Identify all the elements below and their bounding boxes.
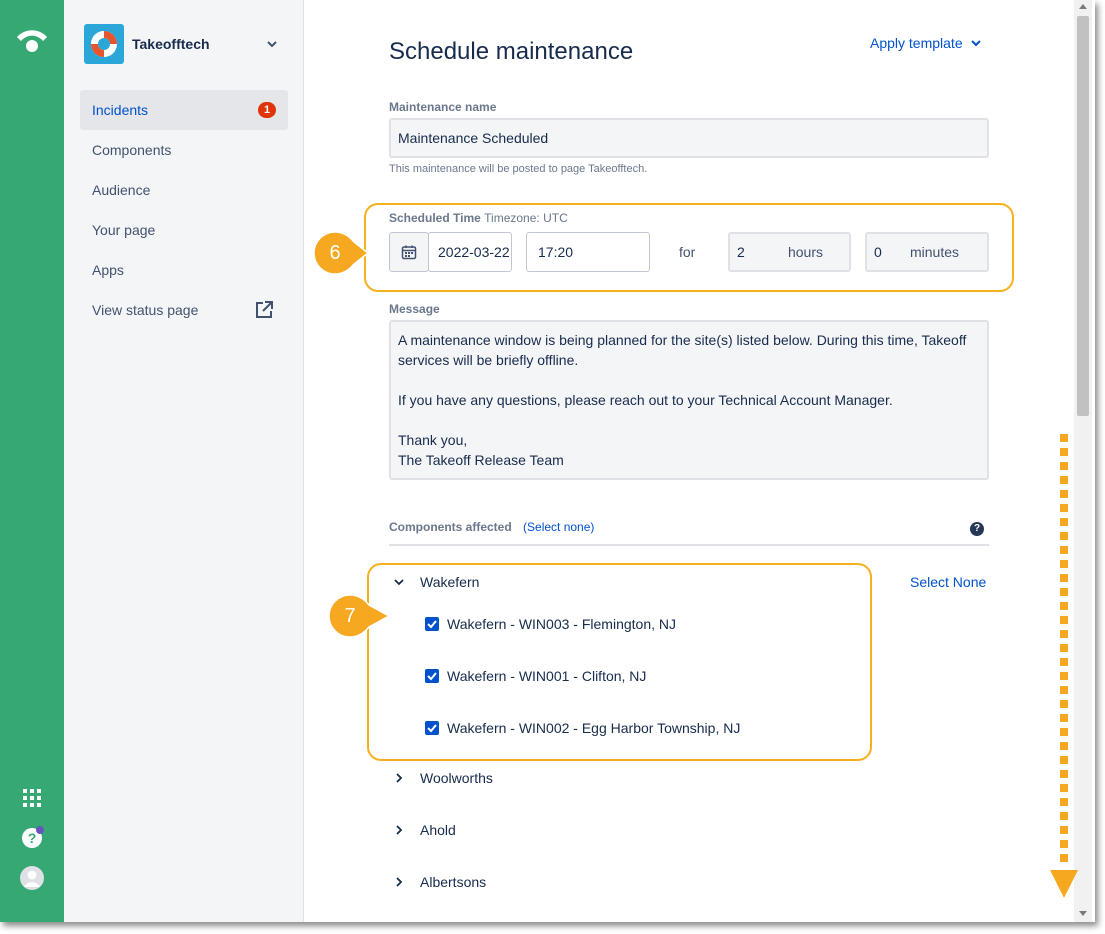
maintenance-name-input[interactable]: Maintenance Scheduled	[389, 118, 989, 158]
sidebar-item-label: Your page	[92, 222, 156, 238]
chevron-down-icon[interactable]	[266, 38, 278, 50]
external-link-icon[interactable]	[254, 300, 274, 320]
sidebar-nav: Incidents 1 Components Audience Your pag…	[80, 90, 288, 330]
group-toggle-ahold[interactable]: Ahold	[394, 822, 456, 838]
sidebar-item-view-status-page[interactable]: View status page	[80, 290, 288, 330]
app-window: ? Takeofftech Incidents 1 Components Aud…	[0, 0, 1095, 922]
org-logo	[84, 24, 124, 64]
maintenance-help-text: This maintenance will be posted to page …	[389, 163, 648, 175]
help-icon[interactable]: ?	[20, 826, 44, 850]
message-line: The Takeoff Release Team	[398, 452, 564, 468]
sidebar-item-apps[interactable]: Apps	[80, 250, 288, 290]
message-line: A maintenance window is being planned fo…	[398, 332, 967, 368]
sidebar-item-label: Apps	[92, 262, 124, 278]
org-name: Takeofftech	[132, 36, 210, 52]
chevron-right-icon	[396, 773, 403, 783]
annotation-step-badge: 7	[327, 593, 391, 639]
message-line: Thank you,	[398, 432, 468, 448]
global-rail: ?	[0, 0, 64, 922]
annotation-highlight-box	[364, 203, 1014, 292]
message-line: If you have any questions, please reach …	[398, 392, 893, 408]
apply-template-dropdown[interactable]: Apply template	[870, 35, 981, 51]
scroll-thumb[interactable]	[1077, 16, 1089, 416]
sidebar-item-your-page[interactable]: Your page	[80, 210, 288, 250]
help-icon[interactable]: ?	[970, 522, 984, 536]
page-title: Schedule maintenance	[389, 38, 634, 65]
svg-text:?: ?	[28, 830, 37, 846]
sidebar-item-label: Audience	[92, 182, 151, 198]
message-label: Message	[389, 302, 440, 316]
incident-count-badge: 1	[258, 102, 276, 118]
group-select-none-link[interactable]: Select None	[910, 574, 986, 590]
group-toggle-woolworths[interactable]: Woolworths	[394, 770, 493, 786]
statuspage-logo-icon[interactable]	[14, 26, 50, 56]
lifebuoy-icon	[91, 31, 117, 57]
dotted-down-arrow-icon	[1050, 434, 1078, 898]
components-affected-label: Components affected	[389, 520, 512, 534]
sidebar-item-audience[interactable]: Audience	[80, 170, 288, 210]
group-name: Albertsons	[420, 874, 487, 890]
maintenance-name-label: Maintenance name	[389, 100, 497, 114]
main-content: Schedule maintenance Apply template Main…	[304, 0, 1074, 922]
message-textarea[interactable]: A maintenance window is being planned fo…	[389, 320, 989, 480]
apply-template-label: Apply template	[870, 35, 963, 51]
sidebar-item-label: Incidents	[92, 102, 149, 118]
sidebar: Takeofftech Incidents 1 Components Audie…	[64, 0, 304, 922]
chevron-down-icon	[970, 40, 981, 47]
scroll-up-arrow-icon[interactable]	[1079, 4, 1087, 9]
apps-grid-icon[interactable]	[20, 786, 44, 810]
group-name: Woolworths	[420, 770, 493, 786]
components-select-none-link[interactable]: (Select none)	[523, 520, 594, 534]
annotation-step-badge: 6	[312, 230, 370, 276]
scroll-down-arrow-icon[interactable]	[1079, 911, 1087, 916]
chevron-right-icon	[396, 877, 403, 887]
annotation-highlight-box	[367, 563, 872, 761]
chevron-right-icon	[396, 825, 403, 835]
avatar-icon[interactable]	[20, 866, 44, 890]
sidebar-item-components[interactable]: Components	[80, 130, 288, 170]
org-switcher[interactable]: Takeofftech	[84, 24, 284, 64]
annotation-step-number: 7	[344, 605, 356, 627]
components-affected-header: Components affected (Select none) ?	[389, 520, 989, 546]
group-toggle-albertsons[interactable]: Albertsons	[394, 874, 486, 890]
annotation-step-number: 6	[329, 242, 341, 264]
sidebar-item-incidents[interactable]: Incidents 1	[80, 90, 288, 130]
group-name: Ahold	[420, 822, 456, 838]
sidebar-item-label: View status page	[92, 302, 199, 318]
maintenance-name-value: Maintenance Scheduled	[398, 130, 549, 146]
sidebar-item-label: Components	[92, 142, 172, 158]
